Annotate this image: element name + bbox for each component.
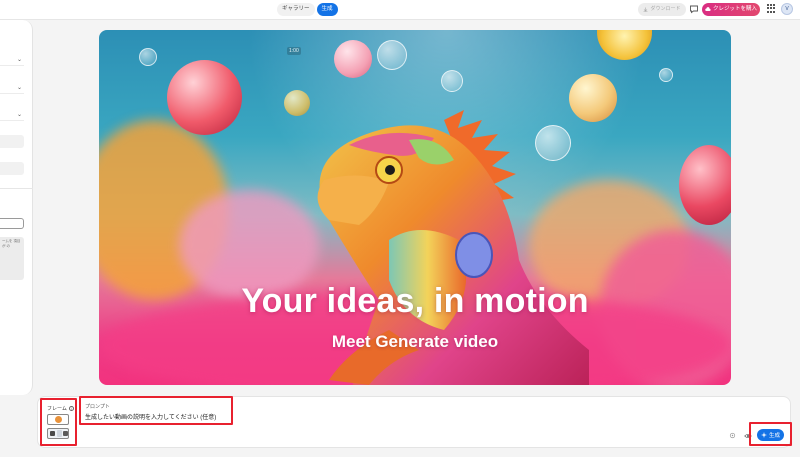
setting-dropdown-1[interactable]: ⌄: [0, 54, 24, 66]
clear-bubble: [441, 70, 463, 92]
frame-image: [57, 430, 62, 437]
apps-grid-icon[interactable]: [767, 4, 776, 13]
eye-icon[interactable]: [744, 433, 752, 439]
chevron-down-icon: ⌄: [16, 85, 22, 91]
end-frame-thumbnail[interactable]: [47, 428, 69, 439]
prompt-input[interactable]: 生成したい動画の説明を入力してください (任意): [85, 412, 265, 421]
tab-generate[interactable]: 生成: [316, 3, 338, 16]
cloud-icon: [705, 7, 711, 11]
clear-bubble: [659, 68, 673, 82]
setting-dropdown-2[interactable]: ⌄: [0, 82, 24, 94]
video-timestamp: 1:00: [287, 47, 301, 55]
chat-icon[interactable]: [689, 4, 699, 14]
frame-label: フレーム: [47, 406, 67, 412]
chevron-down-icon: ⌄: [16, 57, 22, 63]
hero-video-preview: 1:00 Your ideas, in motion Meet Generate…: [99, 30, 731, 385]
pink-bubble: [334, 40, 372, 78]
setting-dropdown-3[interactable]: ⌄: [0, 109, 24, 121]
buy-credits-button[interactable]: クレジットを購入: [702, 3, 760, 16]
red-bubble: [679, 145, 731, 225]
download-button[interactable]: ダウンロード: [638, 3, 686, 16]
setting-input[interactable]: [0, 218, 24, 229]
avatar[interactable]: V: [781, 3, 793, 15]
clear-bubble: [377, 40, 407, 70]
chevron-down-icon: ⌄: [16, 112, 22, 118]
top-bar: ギャラリー 生成 ダウンロード クレジットを購入 V: [0, 0, 800, 20]
mode-switcher: ギャラリー 生成: [277, 3, 338, 16]
generate-button[interactable]: 生成: [757, 429, 784, 441]
hero-subtitle: Meet Generate video: [331, 332, 499, 351]
generate-label: 生成: [768, 433, 780, 439]
frame-image: [55, 416, 62, 423]
frame-image: [50, 431, 55, 436]
prompt-label: プロンプト: [85, 404, 110, 410]
yellow-bubble: [597, 30, 652, 60]
frame-section: フレーム i: [47, 405, 74, 412]
start-frame-thumbnail[interactable]: [47, 414, 69, 425]
tab-gallery[interactable]: ギャラリー: [277, 3, 315, 16]
divider: [0, 188, 33, 189]
setting-field-1[interactable]: [0, 135, 24, 148]
settings-note: ームを 項目が の: [0, 237, 24, 280]
left-settings-panel: ⌄ ⌄ ⌄ ームを 項目が の: [0, 20, 33, 395]
info-icon[interactable]: i: [68, 406, 74, 411]
settings-icon[interactable]: [729, 432, 736, 439]
download-label: ダウンロード: [650, 6, 681, 12]
prompt-bar: フレーム i プロンプト 生成したい動画の説明を入力してください (任意) 生成: [37, 396, 791, 448]
sparkle-icon: [760, 432, 767, 438]
hero-title: Your ideas, in motion: [241, 282, 589, 320]
setting-field-2[interactable]: [0, 162, 24, 175]
clear-bubble: [139, 48, 157, 66]
frame-image: [63, 431, 68, 436]
red-bubble: [167, 60, 242, 135]
download-icon: [643, 7, 648, 12]
buy-credits-label: クレジットを購入: [712, 6, 757, 12]
